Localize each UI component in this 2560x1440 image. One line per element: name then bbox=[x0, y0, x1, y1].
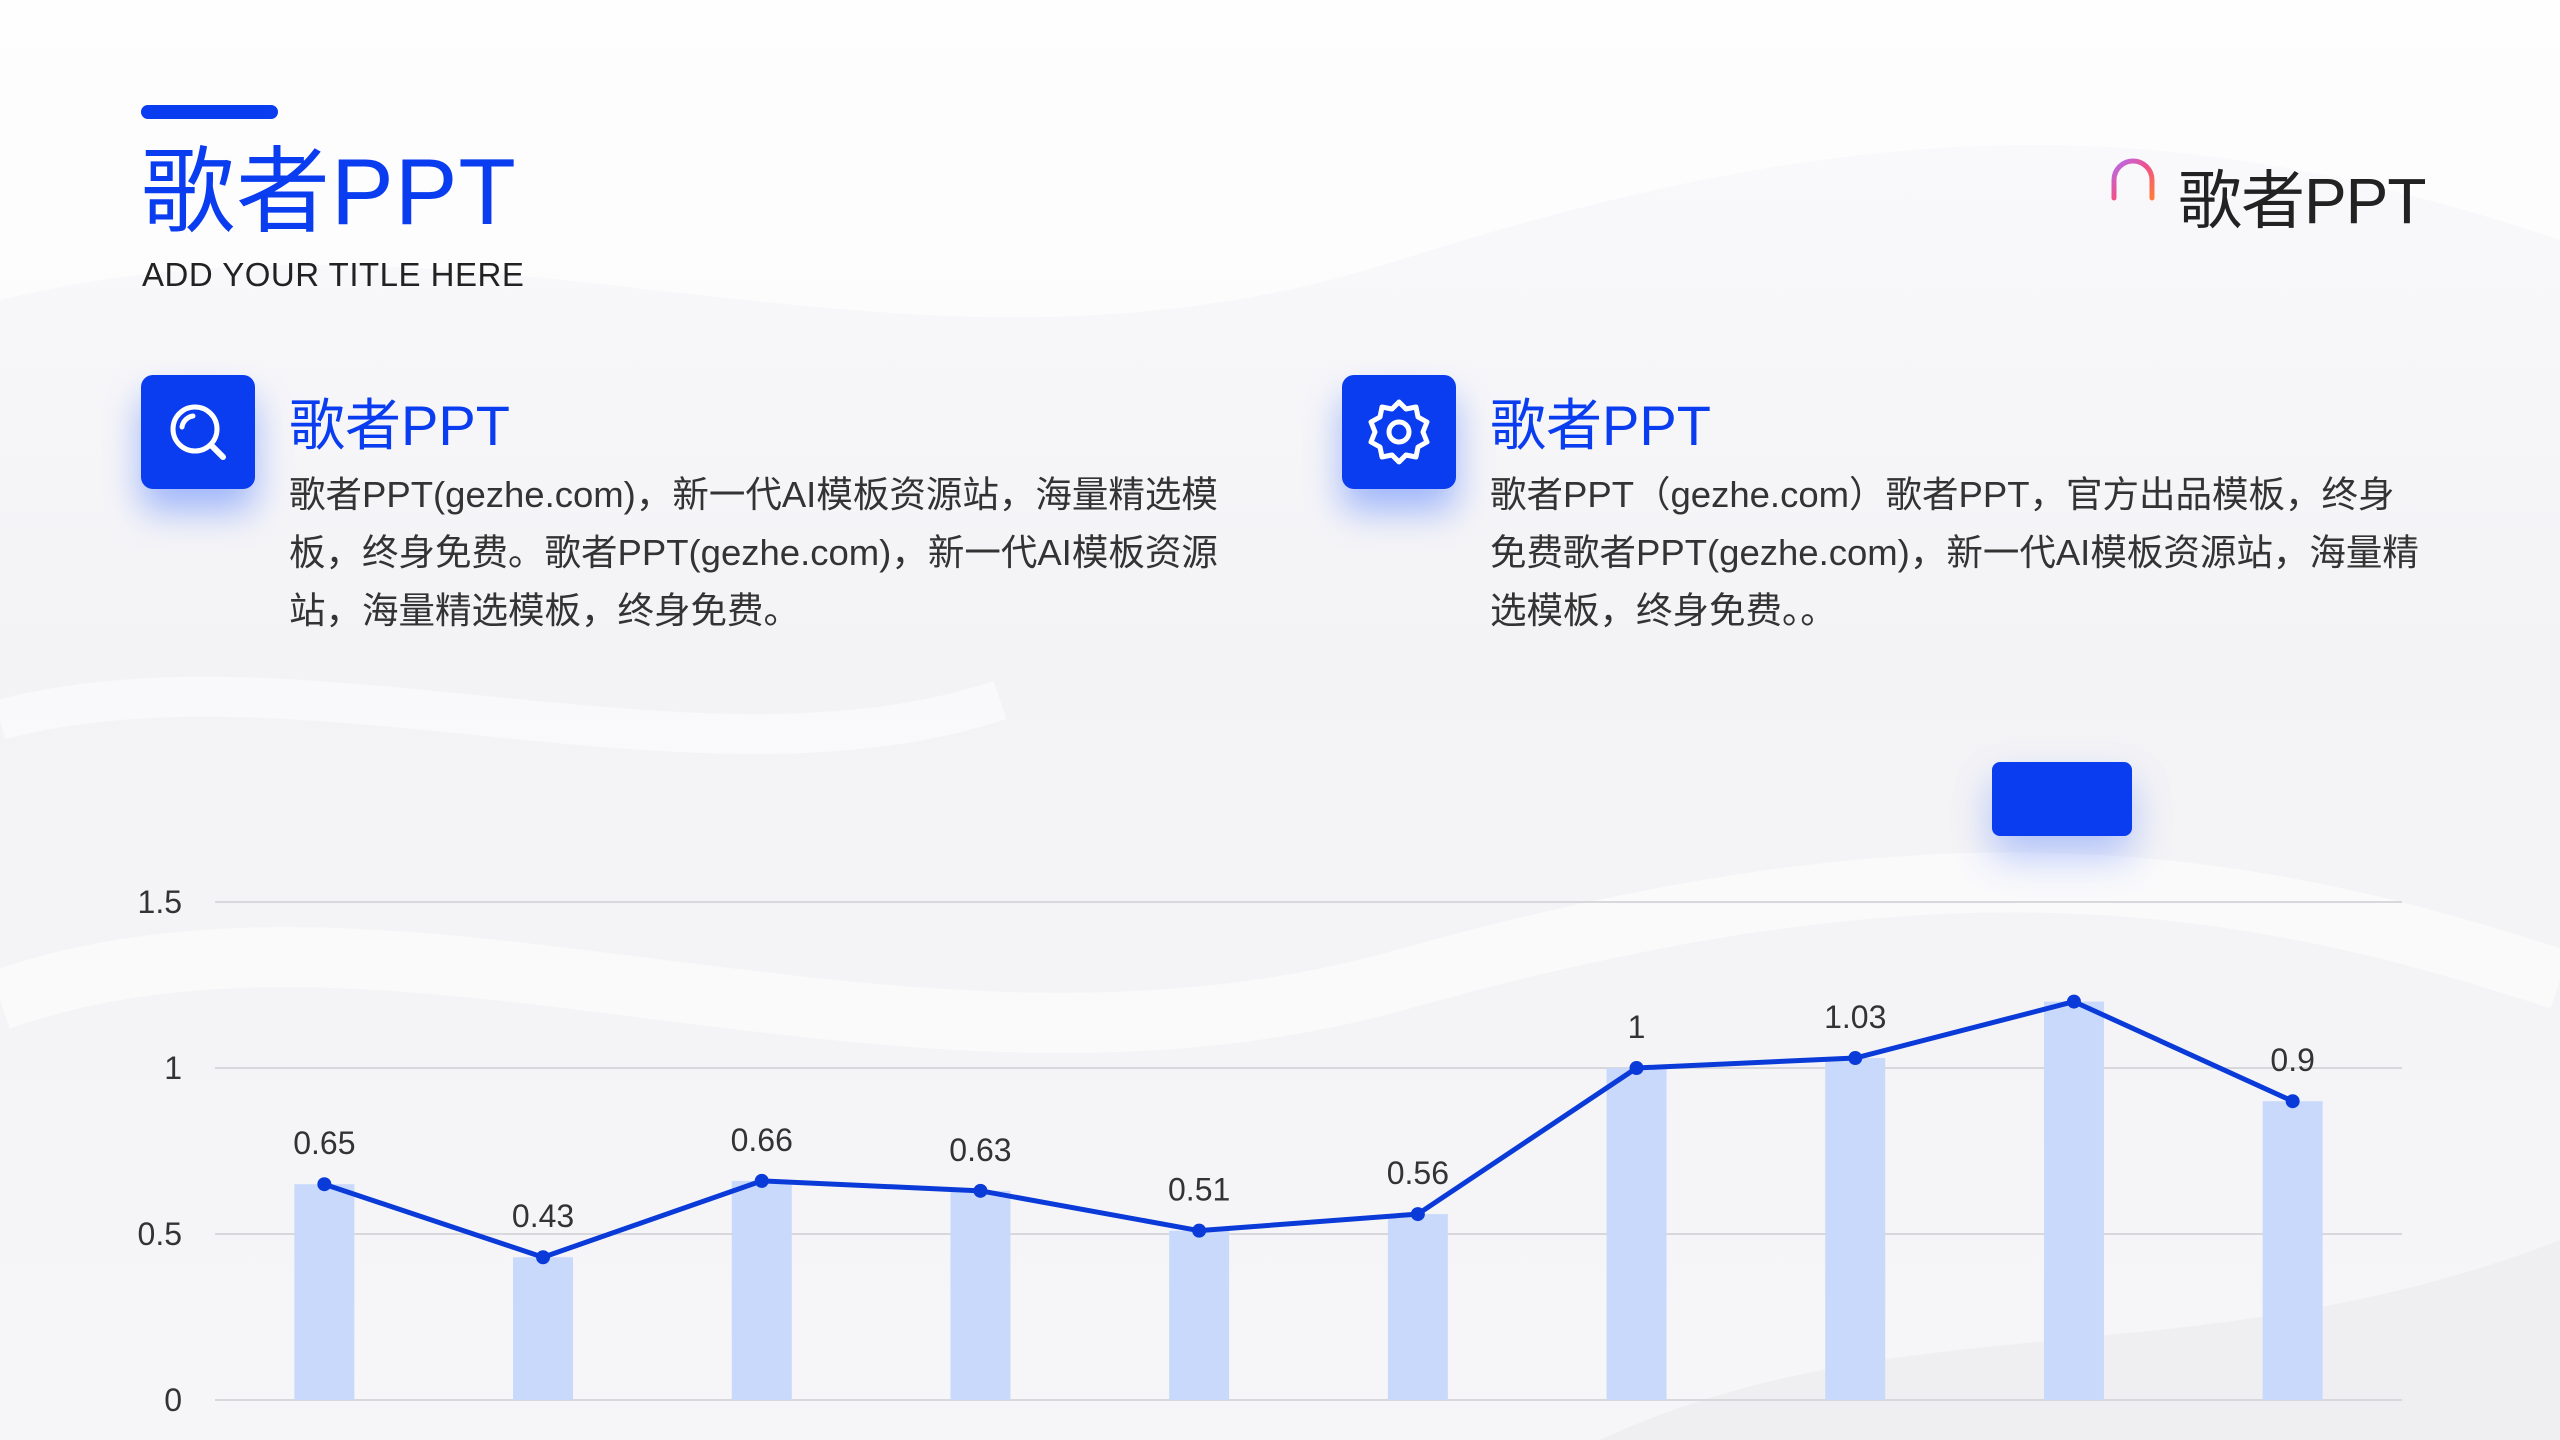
chart: 00.511.5 0.650.430.66 0.630.51 0.561 1.030.… bbox=[138, 884, 2402, 1418]
y-tick-label: 0 bbox=[164, 1382, 182, 1418]
chart-bars bbox=[294, 1001, 2323, 1400]
data-label: 0.56 bbox=[1387, 1155, 1449, 1191]
bar bbox=[731, 1180, 792, 1400]
line-point bbox=[2066, 994, 2081, 1009]
data-label: 0.65 bbox=[293, 1125, 355, 1161]
bar bbox=[1606, 1068, 1667, 1400]
bar bbox=[950, 1190, 1011, 1400]
bar bbox=[1169, 1230, 1230, 1400]
y-tick-label: 0.5 bbox=[138, 1216, 182, 1252]
data-label: 1.03 bbox=[1824, 999, 1886, 1035]
data-label: 1 bbox=[1628, 1009, 1646, 1045]
bar bbox=[294, 1184, 355, 1400]
data-label: 0.43 bbox=[512, 1198, 574, 1234]
line-point bbox=[2285, 1094, 2300, 1109]
chart-line-series bbox=[317, 994, 2300, 1265]
line-point bbox=[754, 1173, 769, 1188]
y-tick-label: 1 bbox=[164, 1050, 182, 1086]
bar bbox=[1387, 1214, 1448, 1400]
data-label: 0.51 bbox=[1168, 1172, 1230, 1208]
y-axis-ticks: 0 0.5 1 1.5 bbox=[138, 884, 182, 1418]
line-point bbox=[1629, 1061, 1644, 1075]
line-point bbox=[973, 1183, 988, 1198]
line-point bbox=[317, 1177, 332, 1192]
bar bbox=[2262, 1101, 2323, 1400]
data-label: 0.9 bbox=[2270, 1042, 2314, 1078]
line-point bbox=[1410, 1207, 1425, 1222]
bar bbox=[1825, 1058, 1886, 1400]
bar bbox=[2043, 1001, 2104, 1400]
line-point bbox=[1848, 1051, 1863, 1066]
line-point bbox=[1192, 1223, 1207, 1238]
data-label: 0.63 bbox=[949, 1132, 1011, 1168]
series-line bbox=[323, 999, 2294, 1260]
data-label: 0.66 bbox=[731, 1122, 793, 1158]
line-point bbox=[536, 1250, 551, 1265]
bar bbox=[513, 1257, 574, 1400]
y-tick-label: 1.5 bbox=[138, 884, 182, 920]
chart-data-labels: 0.65 0.43 0.66 0.63 0.51 0.56 1 1.03 0.9 bbox=[293, 999, 2315, 1234]
